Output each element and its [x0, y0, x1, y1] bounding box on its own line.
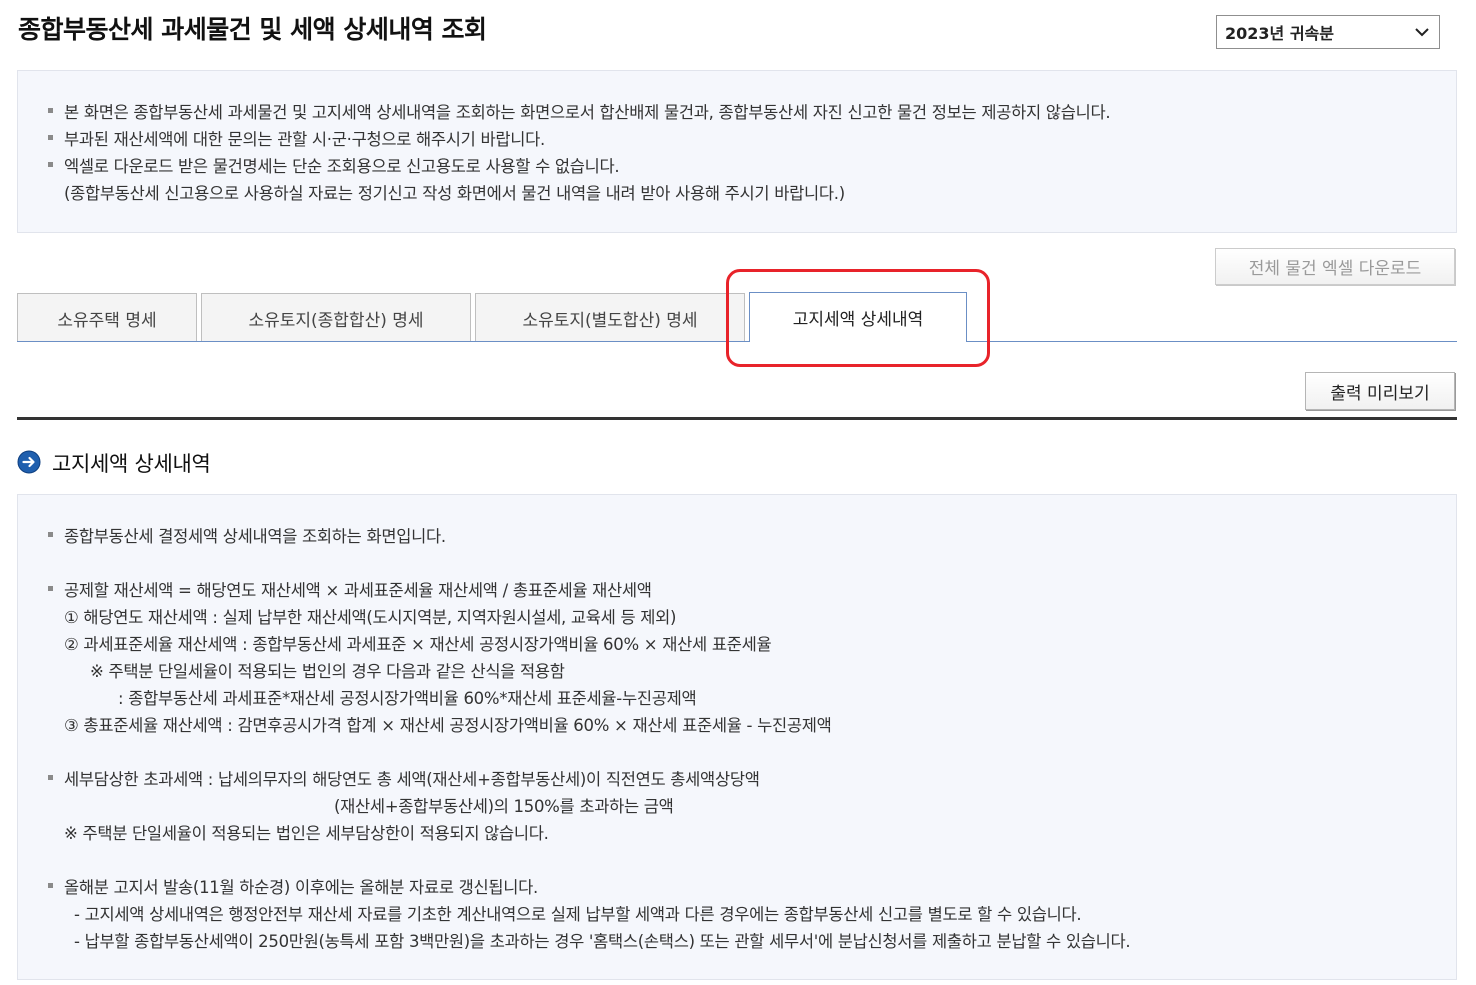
detail-line: 종합부동산세 결정세액 상세내역을 조회하는 화면입니다.	[48, 523, 446, 547]
detail-line: 공제할 재산세액 = 해당연도 재산세액 × 과세표준세율 재산세액 / 총표준…	[48, 577, 652, 601]
tab-land-combined[interactable]: 소유토지(종합합산) 명세	[201, 293, 471, 342]
detail-line: ※ 주택분 단일세율이 적용되는 법인은 세부담상한이 적용되지 않습니다.	[64, 824, 549, 843]
year-select-value: 2023년 귀속분	[1225, 24, 1334, 43]
notice-line: 본 화면은 종합부동산세 과세물건 및 고지세액 상세내역을 조회하는 화면으로…	[47, 99, 1111, 123]
tab-underline	[17, 341, 1457, 342]
section-title: 고지세액 상세내역	[52, 452, 211, 476]
excel-download-button[interactable]: 전체 물건 엑셀 다운로드	[1215, 248, 1455, 285]
print-preview-button[interactable]: 출력 미리보기	[1305, 372, 1455, 410]
detail-line: ※ 주택분 단일세율이 적용되는 법인의 경우 다음과 같은 산식을 적용함	[90, 662, 565, 681]
detail-line: (재산세+종합부동산세)의 150%를 초과하는 금액	[334, 797, 674, 816]
notice-line: (종합부동산세 신고용으로 사용하실 자료는 정기신고 작성 화면에서 물건 내…	[64, 184, 845, 203]
tab-land-separate[interactable]: 소유토지(별도합산) 명세	[475, 293, 745, 342]
detail-line: - 고지세액 상세내역은 행정안전부 재산세 자료를 기초한 계산내역으로 실제…	[74, 905, 1082, 924]
tab-tax-notice-details[interactable]: 고지세액 상세내역	[749, 292, 967, 342]
detail-line: - 납부할 종합부동산세액이 250만원(농특세 포함 3백만원)을 초과하는 …	[74, 932, 1131, 951]
notice-box: 본 화면은 종합부동산세 과세물건 및 고지세액 상세내역을 조회하는 화면으로…	[17, 70, 1457, 233]
detail-line: : 종합부동산세 과세표준*재산세 공정시장가액비율 60%*재산세 표준세율-…	[118, 689, 697, 708]
detail-line: 세부담상한 초과세액 : 납세의무자의 해당연도 총 세액(재산세+종합부동산세…	[48, 766, 760, 790]
section-divider	[17, 417, 1457, 420]
detail-line: ① 해당연도 재산세액 : 실제 납부한 재산세액(도시지역분, 지역자원시설세…	[64, 608, 677, 627]
year-select[interactable]: 2023년 귀속분	[1216, 15, 1440, 49]
detail-line: 올해분 고지서 발송(11월 하순경) 이후에는 올해분 자료로 갱신됩니다.	[48, 874, 538, 898]
detail-info-box: 종합부동산세 결정세액 상세내역을 조회하는 화면입니다. 공제할 재산세액 =…	[17, 494, 1457, 980]
chevron-down-icon	[1415, 28, 1429, 37]
notice-line: 부과된 재산세액에 대한 문의는 관할 시·군·구청으로 해주시기 바랍니다.	[48, 126, 545, 150]
arrow-circle-icon	[17, 450, 41, 474]
notice-line: 엑셀로 다운로드 받은 물건명세는 단순 조회용으로 신고용도로 사용할 수 없…	[47, 153, 620, 177]
tab-owned-houses[interactable]: 소유주택 명세	[17, 293, 197, 342]
page-title: 종합부동산세 과세물건 및 세액 상세내역 조회	[18, 15, 487, 44]
detail-line: ② 과세표준세율 재산세액 : 종합부동산세 과세표준 × 재산세 공정시장가액…	[64, 635, 772, 654]
detail-line: ③ 총표준세율 재산세액 : 감면후공시가격 합계 × 재산세 공정시장가액비율…	[64, 716, 832, 735]
